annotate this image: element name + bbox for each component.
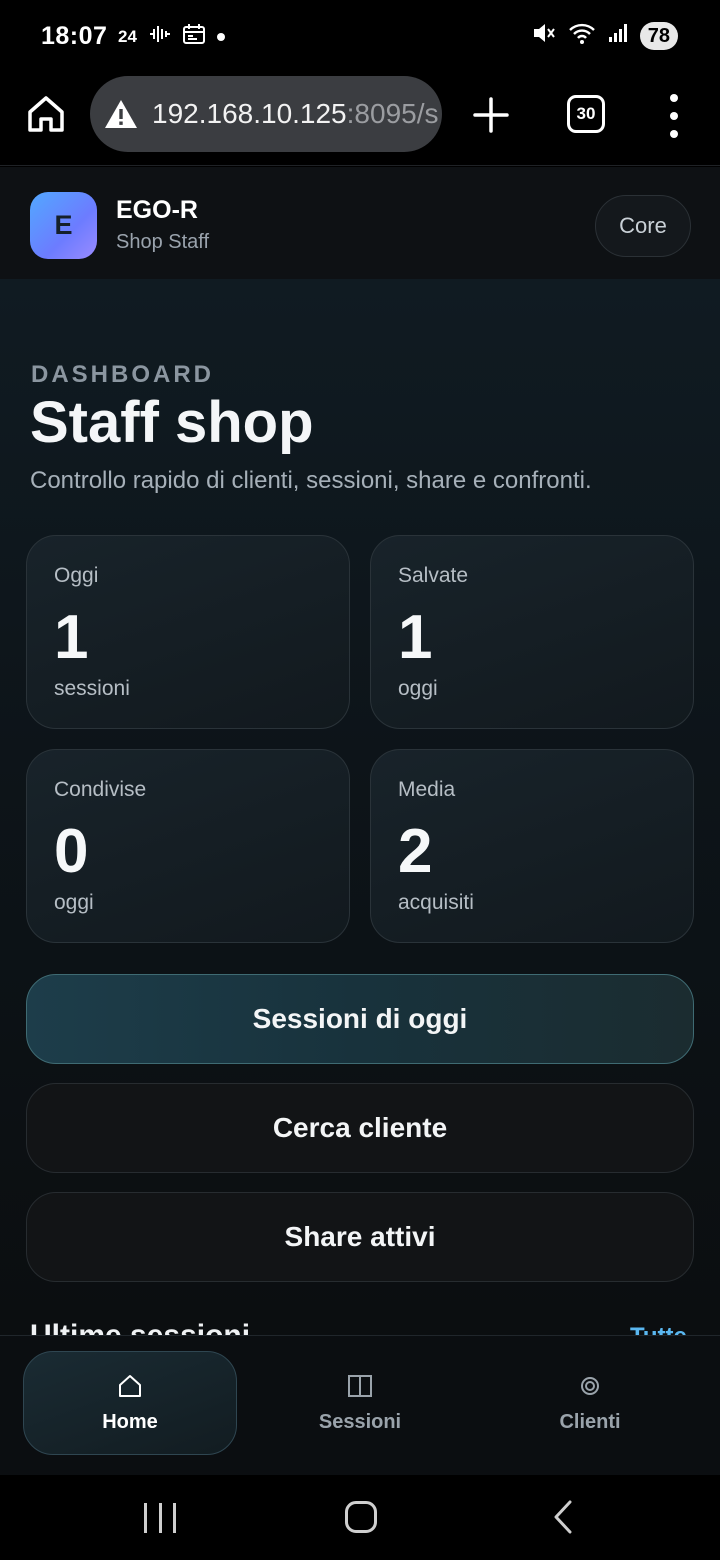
home-icon — [119, 1374, 141, 1397]
browser-toolbar: 192.168.10.125:8095/s 30 — [0, 72, 720, 166]
core-button[interactable]: Core — [595, 195, 691, 257]
stat-value: 2 — [398, 817, 433, 886]
stat-label: Condivise — [54, 778, 147, 801]
nav-clients-label: Clienti — [559, 1410, 621, 1433]
recent-sessions-title: Ultime sessioni — [30, 1319, 250, 1335]
dashboard-content[interactable]: DASHBOARD Staff shop Controllo rapido di… — [0, 279, 720, 1335]
stat-sub: acquisiti — [398, 891, 474, 914]
browser-home-button[interactable] — [24, 92, 68, 136]
address-bar[interactable]: 192.168.10.125:8095/s — [90, 76, 442, 152]
target-icon — [581, 1376, 599, 1395]
app-logo: E — [30, 192, 97, 259]
dot-icon — [216, 33, 225, 41]
stat-card-oggi: Oggi 1 sessioni — [26, 535, 350, 729]
section-eyebrow: DASHBOARD — [31, 361, 214, 388]
url-host: 192.168.10.125 — [152, 98, 347, 129]
signal-wave-icon — [149, 25, 171, 49]
stat-card-salvate: Salvate 1 oggi — [370, 535, 694, 729]
sessions-today-button[interactable]: Sessioni di oggi — [26, 974, 694, 1064]
tab-switcher-button[interactable]: 30 — [567, 95, 605, 133]
status-bar: 18:07 24 78 — [0, 0, 720, 72]
nav-sessions-label: Sessioni — [318, 1410, 402, 1433]
app-title: EGO-R — [116, 196, 198, 224]
warning-icon — [105, 100, 137, 128]
nav-sessions[interactable]: Sessioni — [253, 1351, 467, 1455]
app-header: E EGO-R Shop Staff Core — [0, 167, 720, 279]
kebab-menu-icon — [670, 94, 678, 102]
status-time: 18:07 — [41, 22, 108, 50]
home-icon — [28, 96, 64, 132]
mute-icon — [532, 22, 556, 50]
back-chevron-icon — [554, 1500, 572, 1534]
nav-clients[interactable]: Clienti — [483, 1351, 697, 1455]
url-path: :8095/s — [346, 98, 439, 129]
wifi-icon — [568, 22, 596, 50]
plus-icon — [473, 97, 509, 133]
calendar-icon — [182, 24, 205, 50]
status-right-icons: 78 — [532, 22, 678, 50]
page-description: Controllo rapido di clienti, sessioni, s… — [30, 467, 592, 494]
page-title: Staff shop — [30, 390, 314, 455]
stat-sub: oggi — [54, 891, 94, 914]
search-client-button[interactable]: Cerca cliente — [26, 1083, 694, 1173]
stat-sub: sessioni — [54, 677, 130, 700]
stat-card-condivise: Condivise 0 oggi — [26, 749, 350, 943]
system-back-button[interactable] — [548, 1499, 578, 1535]
stat-label: Media — [398, 778, 456, 801]
app-subtitle: Shop Staff — [116, 231, 210, 253]
status-left-icons: 24 — [118, 24, 225, 50]
stat-value: 1 — [398, 603, 433, 672]
stat-label: Salvate — [398, 564, 469, 587]
nav-home-label: Home — [102, 1410, 158, 1433]
stat-card-media: Media 2 acquisiti — [370, 749, 694, 943]
active-shares-button[interactable]: Share attivi — [26, 1192, 694, 1282]
stat-sub: oggi — [398, 677, 438, 700]
bottom-navigation: Home Sessioni Clienti — [0, 1335, 720, 1475]
cell-signal-icon — [608, 23, 628, 49]
stat-value: 1 — [54, 603, 89, 672]
stat-label: Oggi — [54, 564, 99, 587]
view-all-link[interactable]: Tutte — [630, 1323, 687, 1335]
recent-apps-icon — [144, 1503, 147, 1533]
24-icon: 24 — [118, 27, 137, 46]
recent-apps-button[interactable] — [144, 1503, 176, 1533]
browser-menu-button[interactable] — [660, 94, 688, 138]
new-tab-button[interactable] — [470, 94, 512, 136]
nav-home[interactable]: Home — [23, 1351, 237, 1455]
columns-icon — [348, 1374, 372, 1397]
battery-indicator: 78 — [639, 22, 678, 50]
system-home-button[interactable] — [345, 1501, 377, 1533]
stat-value: 0 — [54, 817, 89, 886]
system-navigation-bar — [0, 1475, 720, 1560]
